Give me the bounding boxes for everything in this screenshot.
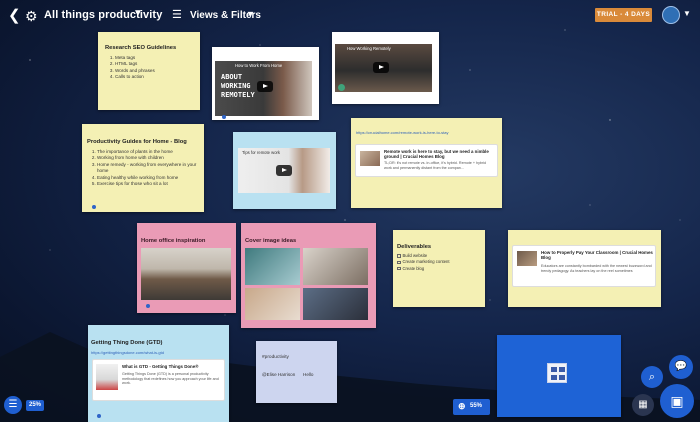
link-preview-title: How to Properly Pay Your Classroom | Cru…	[541, 250, 653, 261]
play-icon[interactable]	[257, 81, 273, 92]
pin-icon	[92, 205, 96, 209]
link-preview-text: Getting Things Done (GTD) is a personal …	[122, 372, 219, 386]
video-caption: ABOUT WORKING REMOTELY	[221, 73, 255, 99]
video-title: How Working Remotely	[347, 46, 391, 51]
cover-photo-4[interactable]	[303, 288, 368, 320]
map-button[interactable]: ▦	[632, 394, 654, 416]
link-preview-text: Educators are constantly bombarded with …	[541, 264, 652, 273]
link-preview-text: TL;DR: it's not remote vs. in-office, it…	[384, 161, 487, 170]
layers-icon[interactable]: ☰	[172, 8, 182, 21]
note-list: The importance of plants in the home Wor…	[86, 149, 198, 187]
note-list: Meta tags HTML tags Words and phrases Ca…	[104, 55, 155, 81]
video-card-work-from-home[interactable]: How to Work From Home ABOUT WORKING REMO…	[212, 47, 319, 120]
link-preview[interactable]: Remote work is here to stay, but we need…	[355, 144, 498, 177]
note-deliverables[interactable]: Deliverables Build website Create market…	[393, 230, 485, 307]
note-productivity-tag[interactable]: #productivity @Elise Harrison Hello	[256, 341, 337, 403]
link-preview-title: Remote work is here to stay, but we need…	[384, 149, 489, 160]
gear-icon[interactable]: ⚙	[25, 7, 39, 25]
note-cover-image-ideas[interactable]: Cover image ideas	[241, 223, 376, 328]
user-mention[interactable]: @Elise Harrison	[262, 372, 295, 377]
play-icon[interactable]	[373, 62, 389, 73]
checkbox[interactable]	[397, 260, 401, 265]
note-title: Productivity Guides for Home - Blog	[87, 139, 187, 145]
hashtag[interactable]: #productivity	[262, 355, 289, 360]
video-thumbnail[interactable]: Tips for remote work	[238, 148, 330, 193]
search-button[interactable]: ⌕	[641, 366, 663, 388]
reply-text: Hello	[303, 372, 314, 377]
trial-badge[interactable]: TRIAL - 4 DAYS	[595, 8, 652, 22]
board-image-block[interactable]	[497, 335, 621, 417]
link-preview-thumbnail	[360, 151, 380, 166]
board-zoom-button[interactable]: ⊕ 55%	[453, 399, 490, 415]
note-classroom-link[interactable]: How to Properly Pay Your Classroom | Cru…	[508, 230, 661, 307]
chevron-down-icon[interactable]: ▼	[133, 8, 143, 19]
note-home-office-inspiration[interactable]: Home office inspiration	[137, 223, 236, 313]
chat-bubbles-icon: 💬	[674, 361, 688, 372]
list-view-button[interactable]: ☰	[4, 396, 22, 414]
deliverables-checklist: Build website Create marketing content C…	[397, 253, 450, 272]
chevron-down-icon[interactable]: ▼	[683, 9, 691, 18]
board-title[interactable]: All things productivity	[44, 9, 162, 21]
checkbox[interactable]	[397, 266, 401, 271]
link-preview-thumbnail	[517, 251, 537, 266]
checklist-item[interactable]: Create blog	[397, 266, 450, 272]
note-title: Home office inspiration	[141, 238, 206, 244]
back-chevron-icon[interactable]: ❮	[8, 7, 22, 25]
video-card-remote-tips[interactable]: Tips for remote work	[233, 132, 336, 209]
play-icon[interactable]	[276, 165, 292, 176]
video-thumbnail[interactable]: How to Work From Home ABOUT WORKING REMO…	[215, 61, 312, 116]
link-preview-thumbnail	[96, 364, 118, 390]
list-zoom-level[interactable]: 25%	[26, 400, 44, 411]
home-office-photo[interactable]	[141, 248, 231, 300]
search-icon: ⌕	[648, 371, 656, 383]
note-getting-things-done[interactable]: Getting Thing Done (GTD) https://getting…	[88, 325, 229, 422]
note-title: Getting Thing Done (GTD)	[91, 340, 163, 346]
checkbox[interactable]	[397, 254, 401, 258]
new-note-icon: ▣	[670, 393, 684, 409]
note-seo-guidelines[interactable]: Research SEO Guidelines Meta tags HTML t…	[98, 32, 200, 110]
link-preview[interactable]: How to Properly Pay Your Classroom | Cru…	[512, 245, 656, 287]
cover-photo-3[interactable]	[245, 288, 300, 320]
video-card-working-remotely[interactable]: How Working Remotely	[332, 32, 439, 104]
pin-icon	[97, 414, 101, 418]
note-title: Research SEO Guidelines	[105, 45, 177, 51]
video-thumbnail[interactable]: How Working Remotely	[335, 44, 432, 92]
note-title: Deliverables	[397, 244, 432, 250]
list-icon: ☰	[8, 399, 18, 410]
link-url[interactable]: https://crucialhome.com/remote-work-is-h…	[356, 130, 496, 135]
note-remote-work-link[interactable]: https://crucialhome.com/remote-work-is-h…	[351, 118, 502, 208]
top-bar: ❮ ⚙ All things productivity ▼ ☰ Views & …	[0, 0, 700, 32]
map-icon: ▦	[638, 399, 648, 410]
cover-photo-2[interactable]	[303, 248, 368, 285]
chevron-down-icon[interactable]: ▼	[246, 9, 255, 19]
pin-icon	[222, 115, 226, 119]
video-title: How to Work From Home	[235, 63, 283, 68]
chat-button[interactable]: 💬	[669, 355, 693, 379]
link-preview-title: What is GTD - Getting Things Done®	[122, 364, 199, 369]
new-note-button[interactable]: ▣	[660, 384, 694, 418]
cover-photo-1[interactable]	[245, 248, 300, 285]
image-placeholder-icon	[547, 363, 567, 383]
zoom-icon: ⊕	[458, 401, 466, 411]
avatar[interactable]	[662, 6, 680, 24]
video-channel-icon	[338, 84, 345, 91]
board-zoom-level: 55%	[470, 403, 483, 409]
pin-icon	[146, 304, 150, 308]
note-title: Cover image ideas	[245, 238, 297, 244]
video-title: Tips for remote work	[242, 150, 281, 155]
link-preview[interactable]: What is GTD - Getting Things Done® Getti…	[92, 359, 225, 401]
link-url[interactable]: https://gettingthingsdone.com/what-is-gt…	[91, 350, 226, 355]
note-productivity-guides[interactable]: Productivity Guides for Home - Blog The …	[82, 124, 204, 212]
